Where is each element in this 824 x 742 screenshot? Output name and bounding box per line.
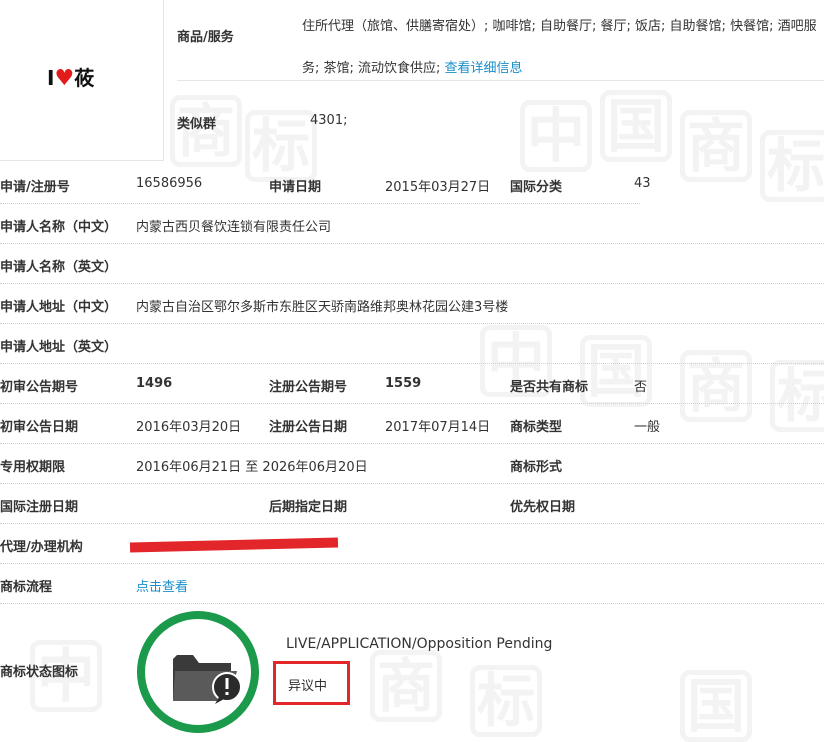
address-cn-value: 内蒙古自治区鄂尔多斯市东胜区天骄南路维邦奥林花园公建3号楼 — [136, 300, 509, 315]
watermark-glyph: 中 — [520, 100, 592, 172]
watermark-glyph: 商 — [680, 350, 752, 422]
similar-value: 4301; — [310, 113, 348, 128]
watermark-glyph: 商 — [370, 650, 442, 722]
reg-pub-no-label: 注册公告期号 — [269, 380, 348, 395]
prelim-no-value: 1496 — [136, 376, 173, 391]
mark-type-value: 一般 — [634, 420, 661, 435]
divider — [0, 563, 824, 564]
trademark-logo: I♥莜 — [47, 62, 94, 91]
divider — [0, 323, 824, 324]
prelim-date-value: 2016年03月20日 — [136, 420, 242, 435]
reg-no-label: 申请/注册号 — [0, 180, 70, 195]
divider — [0, 363, 824, 364]
logo-suffix: 莜 — [74, 66, 95, 90]
status-badge: 异议中 — [273, 661, 350, 705]
divider — [0, 203, 640, 204]
watermark-glyph: 国 — [680, 670, 752, 742]
reg-no-value: 16586956 — [136, 176, 203, 191]
divider — [0, 243, 824, 244]
divider — [0, 523, 824, 524]
watermark-glyph: 商 — [680, 110, 752, 182]
intl-class-label: 国际分类 — [510, 180, 563, 195]
intl-class-value: 43 — [634, 176, 651, 191]
status-chinese: 异议中 — [288, 679, 328, 694]
reg-pub-date-value: 2017年07月14日 — [385, 420, 491, 435]
divider — [0, 483, 824, 484]
divider — [0, 443, 824, 444]
apply-date-value: 2015年03月27日 — [385, 180, 491, 195]
address-en-label: 申请人地址（英文） — [0, 340, 118, 355]
status-icon-label: 商标状态图标 — [0, 665, 79, 680]
prelim-date-label: 初审公告日期 — [0, 420, 79, 435]
intl-reg-date-label: 国际注册日期 — [0, 500, 79, 515]
watermark-glyph: 标 — [245, 110, 317, 182]
flow-label: 商标流程 — [0, 580, 53, 595]
flow-link[interactable]: 点击查看 — [136, 576, 188, 595]
divider — [0, 403, 824, 404]
exclusive-value: 2016年06月21日 至 2026年06月20日 — [136, 460, 368, 475]
divider — [177, 80, 824, 81]
mark-form-label: 商标形式 — [510, 460, 563, 475]
redaction-mark — [129, 537, 339, 553]
folder-alert-icon — [173, 655, 242, 704]
trademark-image: I♥莜 — [0, 0, 164, 161]
divider — [0, 603, 824, 604]
address-cn-label: 申请人地址（中文） — [0, 300, 118, 315]
similar-label: 类似群 — [177, 117, 217, 132]
applicant-cn-label: 申请人名称（中文） — [0, 220, 118, 235]
priority-label: 优先权日期 — [510, 500, 576, 515]
reg-pub-date-label: 注册公告日期 — [269, 420, 348, 435]
shared-value: 否 — [634, 380, 648, 395]
watermark-glyph: 标 — [470, 665, 542, 737]
reg-pub-no-value: 1559 — [385, 376, 422, 391]
watermark-glyph: 国 — [600, 90, 672, 162]
goods-text: 住所代理（旅馆、供膳寄宿处）; 咖啡馆; 自助餐厅; 餐厅; 饭店; 自助餐馆;… — [302, 19, 817, 76]
goods-detail-link[interactable]: 查看详细信息 — [445, 61, 523, 76]
shared-label: 是否共有商标 — [510, 380, 589, 395]
prelim-no-label: 初审公告期号 — [0, 380, 79, 395]
watermark-glyph: 标 — [760, 130, 824, 202]
watermark-glyph: 国 — [580, 335, 652, 407]
goods-label: 商品/服务 — [177, 30, 234, 45]
apply-date-label: 申请日期 — [269, 180, 322, 195]
heart-icon: ♥ — [54, 66, 75, 91]
mark-type-label: 商标类型 — [510, 420, 563, 435]
goods-value: 住所代理（旅馆、供膳寄宿处）; 咖啡馆; 自助餐厅; 餐厅; 饭店; 自助餐馆;… — [302, 6, 817, 90]
divider — [0, 283, 824, 284]
exclusive-label: 专用权期限 — [0, 460, 66, 475]
applicant-en-label: 申请人名称（英文） — [0, 260, 118, 275]
later-date-label: 后期指定日期 — [269, 500, 348, 515]
agency-label: 代理/办理机构 — [0, 540, 83, 555]
applicant-cn-value: 内蒙古西贝餐饮连锁有限责任公司 — [136, 220, 332, 235]
status-english: LIVE/APPLICATION/Opposition Pending — [286, 636, 553, 652]
status-ring — [137, 611, 259, 733]
watermark-glyph: 标 — [770, 360, 824, 432]
